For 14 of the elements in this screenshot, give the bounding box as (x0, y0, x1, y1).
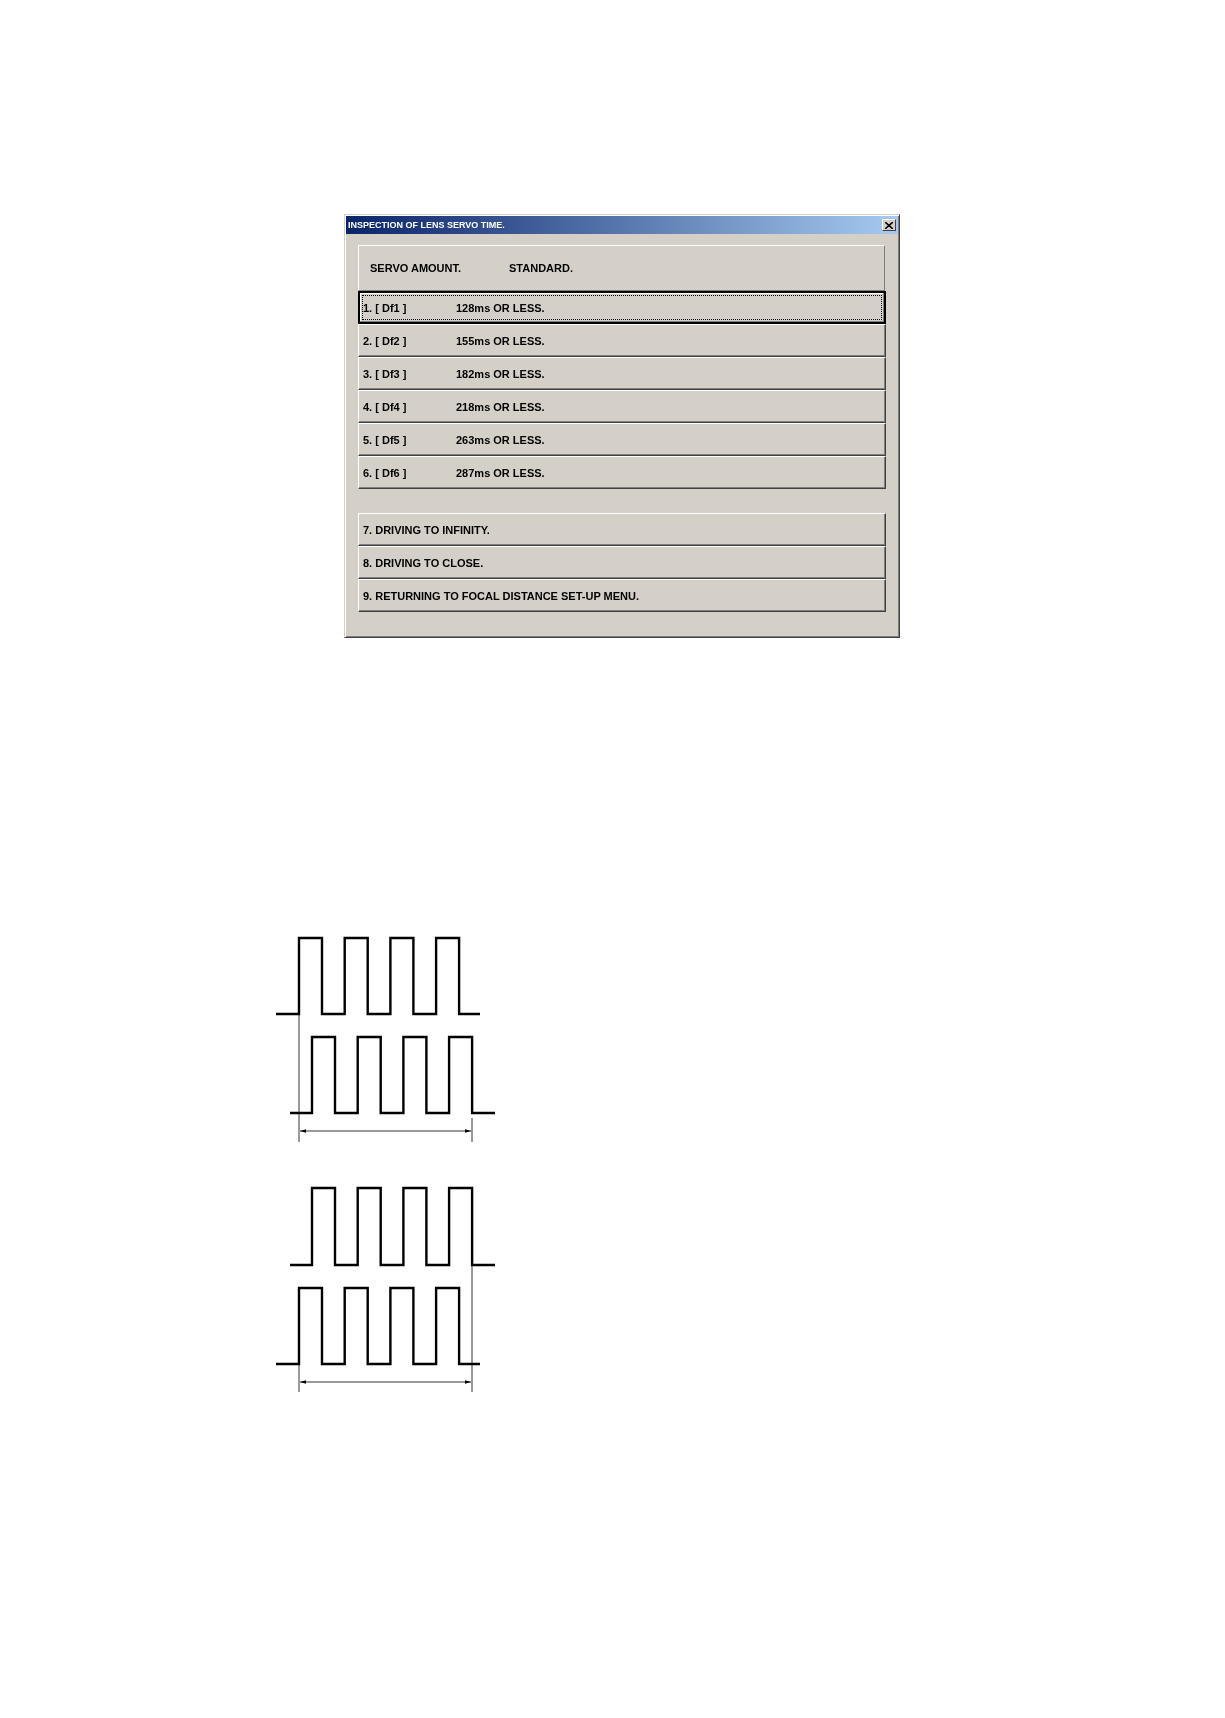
column-heading: SERVO AMOUNT. (370, 262, 463, 274)
servo-amount-row[interactable]: 6. [ Df6 ] 287ms OR LESS. (358, 456, 886, 489)
menu-option-button[interactable]: 9. RETURNING TO FOCAL DISTANCE SET-UP MENU. (358, 579, 886, 612)
servo-amount-row[interactable]: 2. [ Df2 ] 155ms OR LESS. (358, 324, 886, 357)
column-heading: STANDARD. (509, 262, 573, 274)
servo-amount-row[interactable]: 1. [ Df1 ] 128ms OR LESS. (358, 291, 886, 324)
close-icon (885, 221, 893, 229)
servo-amount-row[interactable]: 3. [ Df3 ] 182ms OR LESS. (358, 357, 886, 390)
close-button[interactable] (882, 219, 896, 231)
servo-amount-row[interactable]: 4. [ Df4 ] 218ms OR LESS. (358, 390, 886, 423)
menu-option-button[interactable]: 7. DRIVING TO INFINITY. (358, 513, 886, 546)
servo-amount-row[interactable]: 5. [ Df5 ] 263ms OR LESS. (358, 423, 886, 456)
window-title: INSPECTION OF LENS SERVO TIME. (348, 220, 505, 230)
menu-option-button[interactable]: 8. DRIVING TO CLOSE. (358, 546, 886, 579)
